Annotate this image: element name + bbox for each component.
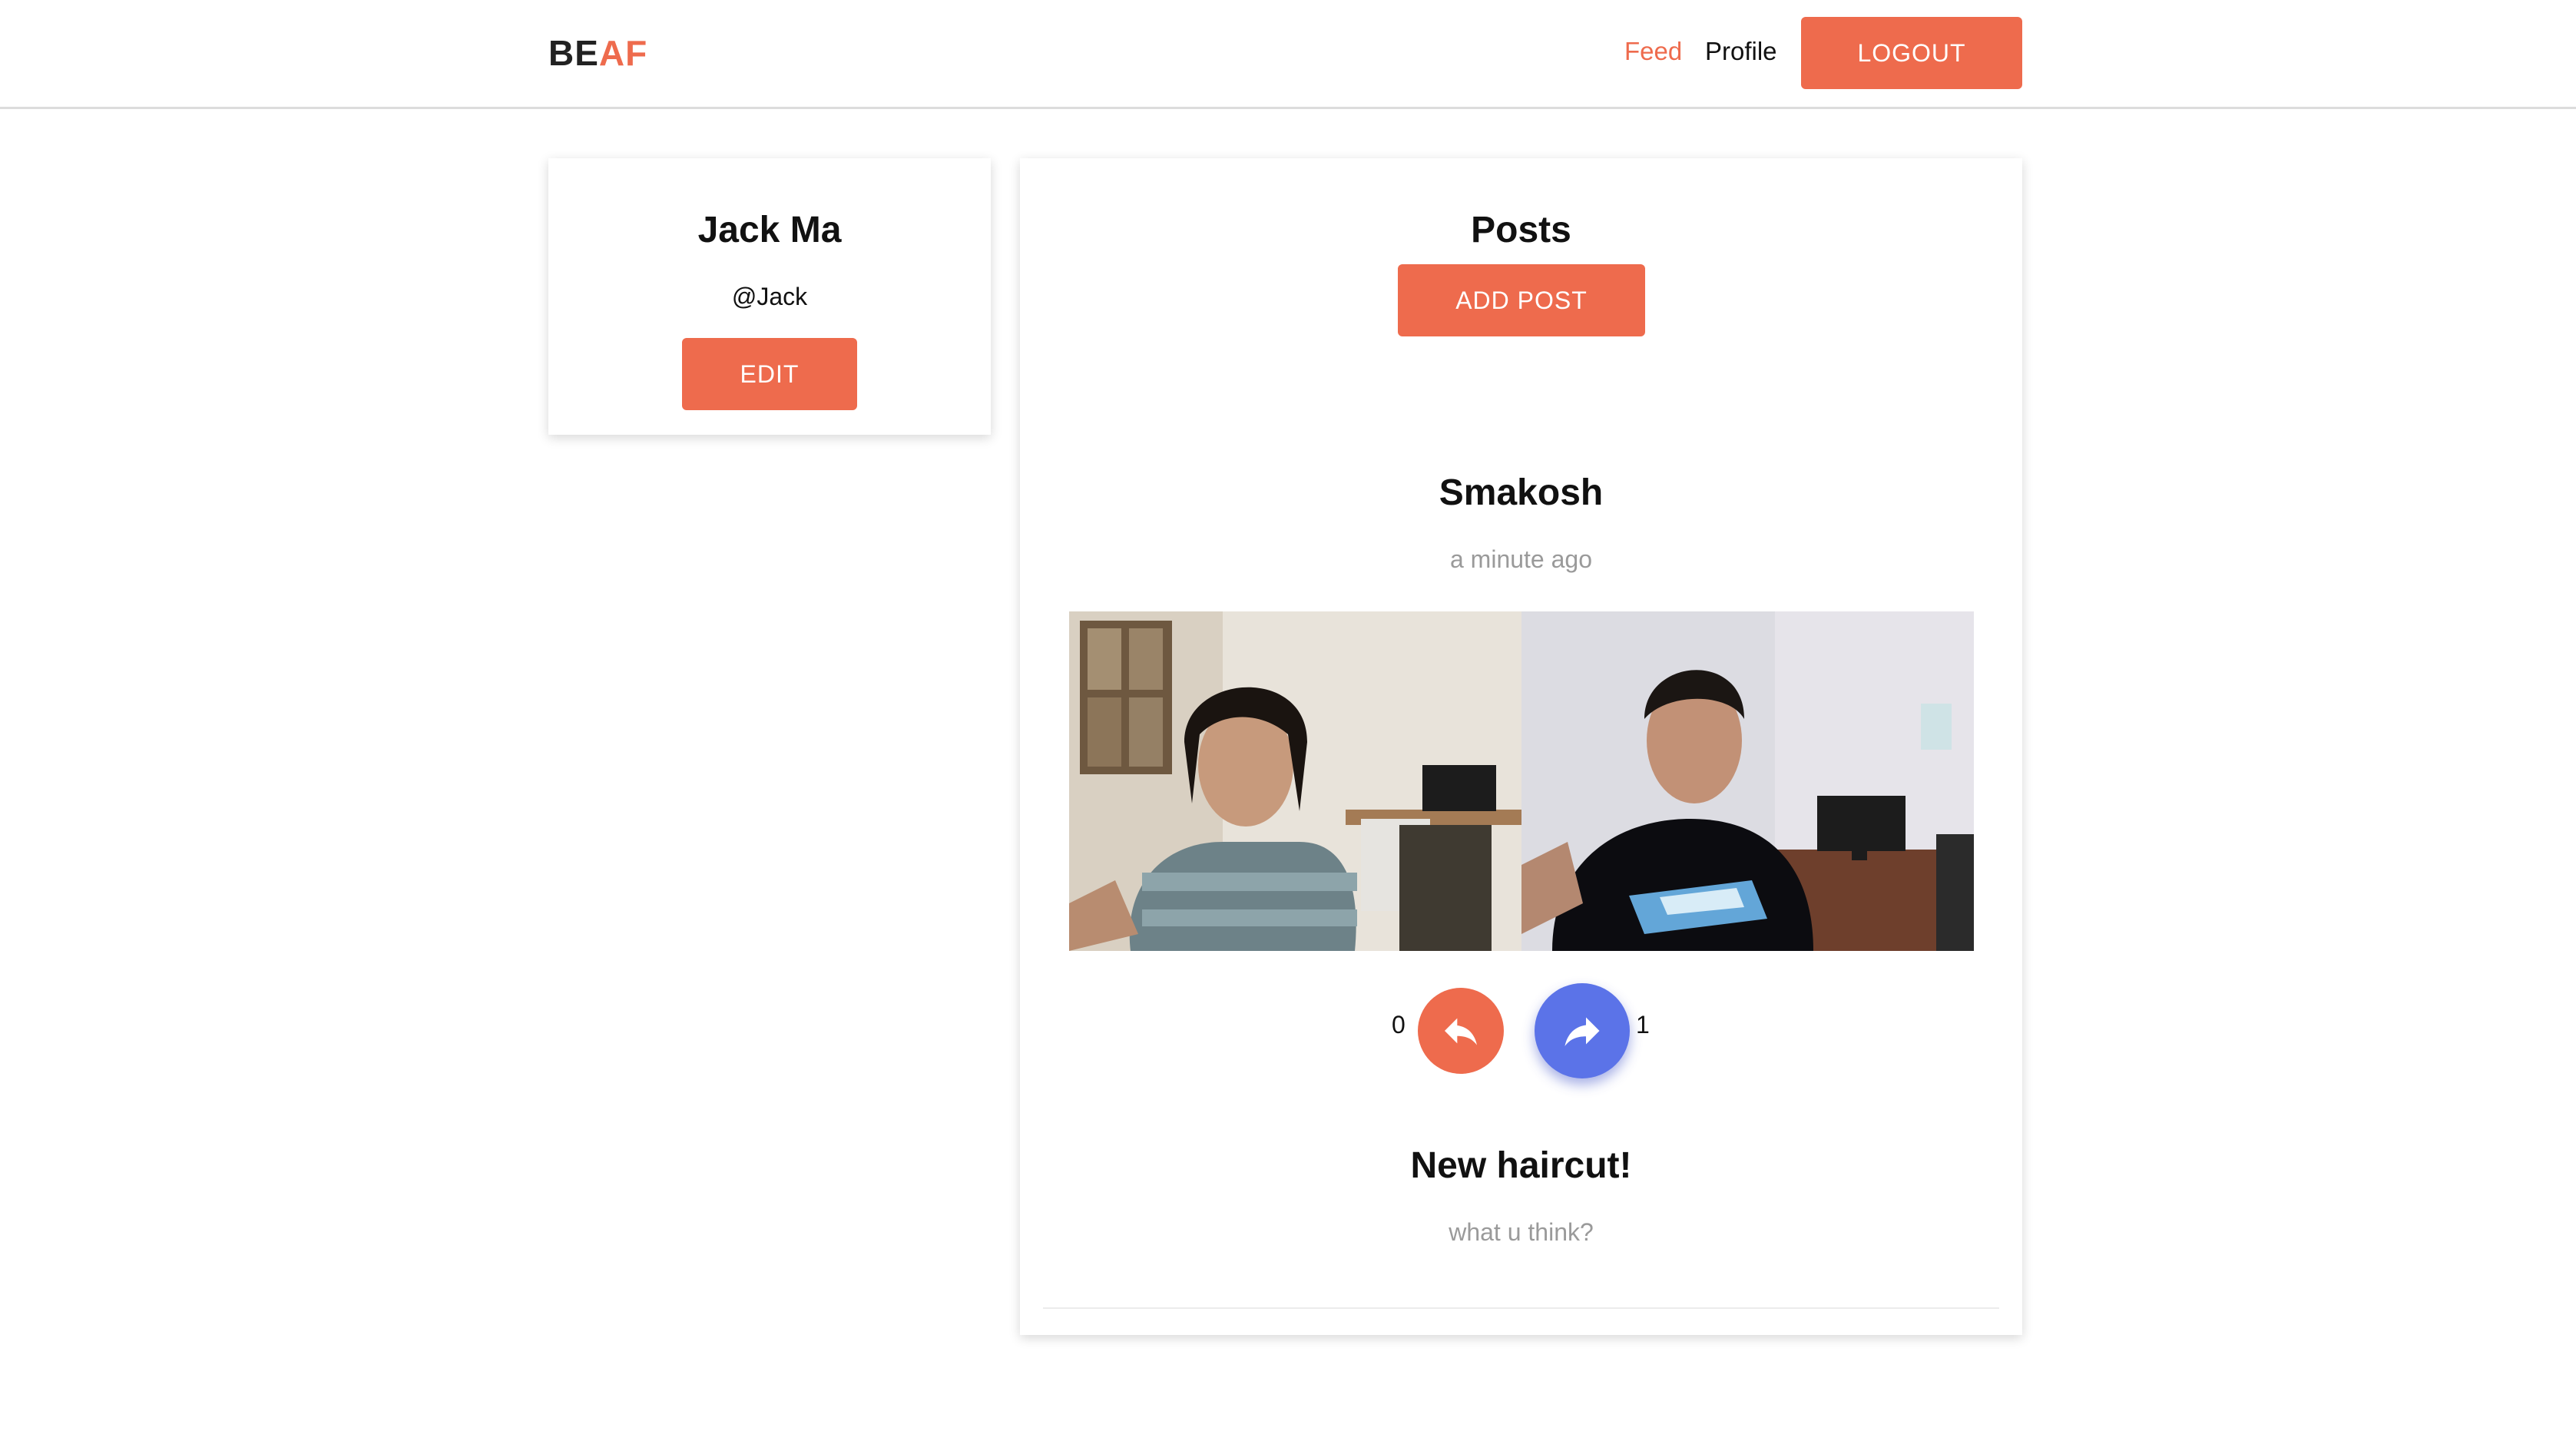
post-title: New haircut! bbox=[1410, 1145, 1632, 1186]
nav-link-profile[interactable]: Profile bbox=[1705, 37, 1777, 66]
share-button[interactable] bbox=[1535, 983, 1630, 1078]
post-author: Smakosh bbox=[1439, 472, 1604, 513]
post-photo-left bbox=[1069, 611, 1521, 951]
logout-button[interactable]: LOGOUT bbox=[1801, 17, 2022, 89]
profile-card: Jack Ma @Jack EDIT bbox=[548, 158, 991, 435]
share-count: 1 bbox=[1636, 1011, 1650, 1039]
feed-card: Posts ADD POST Smakosh a minute ago 0 1 … bbox=[1020, 158, 2022, 1335]
post-timestamp: a minute ago bbox=[1449, 545, 1592, 573]
post-image bbox=[1069, 611, 1974, 951]
reply-count: 0 bbox=[1392, 1011, 1406, 1039]
profile-name: Jack Ma bbox=[697, 210, 842, 250]
brand-logo-part1: BE bbox=[548, 33, 599, 73]
brand-logo[interactable]: BEAF bbox=[548, 32, 647, 74]
navbar: BEAF Feed Profile LOGOUT bbox=[0, 0, 2576, 109]
posts-heading: Posts bbox=[1471, 210, 1571, 250]
reply-arrow-icon bbox=[1445, 1018, 1477, 1045]
reply-button[interactable] bbox=[1418, 988, 1504, 1074]
profile-handle: @Jack bbox=[731, 283, 808, 310]
post-description: what u think? bbox=[1449, 1218, 1594, 1246]
post-divider bbox=[1043, 1307, 1999, 1309]
edit-profile-button[interactable]: EDIT bbox=[682, 338, 857, 410]
brand-logo-part2: AF bbox=[598, 33, 648, 73]
add-post-button[interactable]: ADD POST bbox=[1398, 264, 1645, 336]
share-arrow-icon bbox=[1564, 1017, 1600, 1046]
nav-link-feed[interactable]: Feed bbox=[1624, 37, 1682, 66]
post-photo-right bbox=[1521, 611, 1974, 951]
